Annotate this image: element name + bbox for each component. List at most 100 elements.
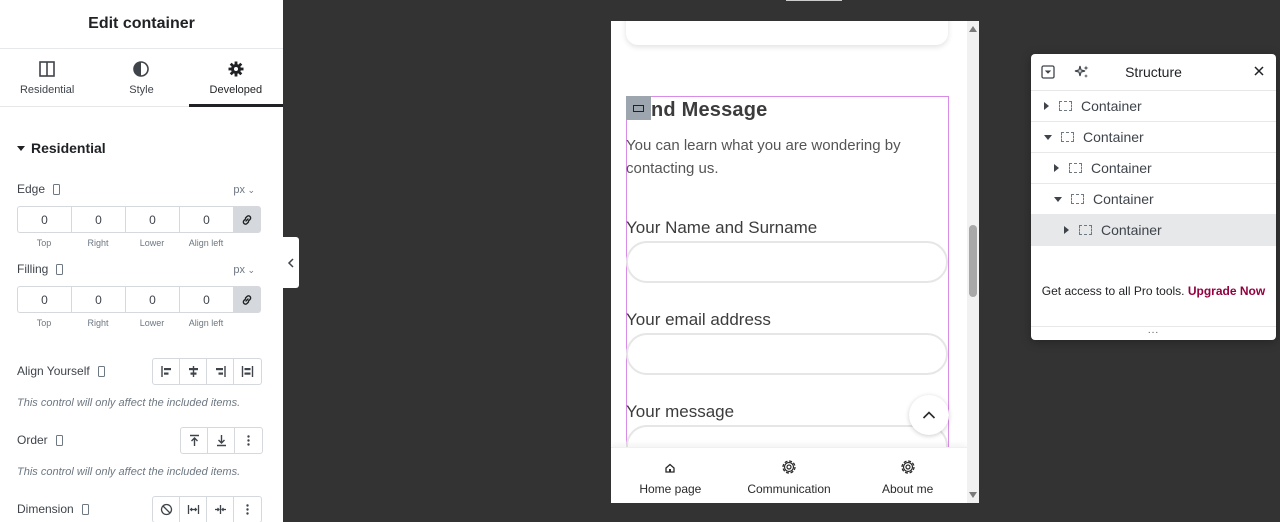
contact-description: You can learn what you are wondering by … — [626, 137, 901, 177]
tab-residential[interactable]: Residential — [0, 49, 94, 106]
mobile-device-icon[interactable] — [56, 263, 64, 275]
order-label-row: Order — [17, 433, 63, 447]
nav-home[interactable]: Home page — [611, 448, 730, 503]
dimension-more-button[interactable] — [234, 497, 261, 522]
structure-resize-handle[interactable]: ... — [1031, 326, 1276, 340]
tab-style[interactable]: Style — [94, 49, 188, 106]
structure-row[interactable]: Container — [1031, 153, 1276, 184]
tab-label: Style — [129, 83, 154, 96]
align-stretch-icon — [241, 366, 254, 377]
structure-header: Structure — [1031, 54, 1276, 91]
caret-down-icon[interactable] — [1044, 134, 1052, 140]
link-icon — [242, 214, 252, 225]
half-circle-icon — [133, 60, 150, 77]
mobile-device-icon[interactable] — [81, 503, 89, 515]
layout-icon — [39, 60, 55, 77]
filling-left-input[interactable] — [179, 286, 233, 313]
align-self-buttons — [152, 358, 262, 385]
container-handle[interactable] — [626, 96, 651, 120]
tab-label: Developed — [209, 83, 263, 96]
page-preview: nd Message You can learn what you are wo… — [611, 21, 979, 503]
panel-tabs: Residential Style Developed — [0, 49, 283, 107]
nav-about[interactable]: About me — [848, 448, 967, 503]
collapse-panel-button[interactable] — [283, 237, 299, 288]
structure-row-label: Container — [1101, 222, 1162, 238]
structure-row[interactable]: Container — [1031, 91, 1276, 122]
close-icon[interactable] — [1252, 64, 1266, 78]
align-end-icon — [215, 366, 226, 377]
name-field-label: Your Name and Surname — [626, 218, 818, 237]
block-icon — [160, 503, 172, 516]
upgrade-now-link[interactable]: Upgrade Now — [1188, 284, 1265, 298]
gear-icon — [228, 61, 244, 76]
align-start-button[interactable] — [153, 359, 180, 384]
preview-scrollbar[interactable] — [967, 21, 979, 503]
compress-horizontal-icon — [214, 505, 226, 514]
scrollbar-thumb[interactable] — [969, 225, 977, 297]
chevron-left-icon — [287, 257, 294, 268]
align-center-icon — [188, 366, 198, 377]
align-self-label: Align Yourself — [17, 364, 90, 378]
editor-panel: Edit container Residential Style Develop… — [0, 0, 283, 522]
order-more-button[interactable] — [235, 428, 262, 453]
side-label-right: Right — [87, 238, 109, 248]
structure-row[interactable]: Container — [1031, 184, 1276, 215]
mobile-device-icon[interactable] — [55, 434, 63, 446]
ai-sparkle-icon[interactable] — [1074, 64, 1090, 80]
caret-right-icon[interactable] — [1064, 226, 1069, 234]
canvas-top-indicator — [786, 0, 842, 1]
tab-developed[interactable]: Developed — [188, 49, 283, 107]
section-residential-toggle[interactable]: Residential — [17, 140, 106, 156]
filling-right-input[interactable] — [71, 286, 125, 313]
nav-communication[interactable]: Communication — [730, 448, 849, 503]
arrow-to-top-icon — [189, 434, 199, 446]
caret-right-icon[interactable] — [1054, 164, 1059, 172]
mobile-bottom-nav: Home page Communication About me — [611, 447, 967, 503]
edge-label-row: Edge — [17, 182, 61, 196]
structure-row-label: Container — [1081, 98, 1142, 114]
caret-right-icon[interactable] — [1044, 102, 1049, 110]
align-self-label-row: Align Yourself — [17, 364, 105, 378]
align-end-button[interactable] — [207, 359, 234, 384]
name-field[interactable] — [626, 241, 948, 283]
gear-icon — [901, 460, 915, 474]
edge-bottom-input[interactable] — [125, 206, 179, 233]
edge-link-button[interactable] — [233, 206, 261, 233]
order-start-button[interactable] — [181, 428, 208, 453]
nav-label: About me — [881, 482, 934, 496]
dimension-label: Dimension — [17, 502, 74, 516]
align-center-button[interactable] — [180, 359, 207, 384]
filling-bottom-input[interactable] — [125, 286, 179, 313]
edge-right-input[interactable] — [71, 206, 125, 233]
dimension-grow-button[interactable] — [180, 497, 207, 522]
dimension-shrink-button[interactable] — [207, 497, 234, 522]
scroll-up-arrow[interactable] — [969, 26, 977, 32]
edge-left-input[interactable] — [179, 206, 233, 233]
mobile-device-icon[interactable] — [97, 365, 105, 377]
dimension-none-button[interactable] — [153, 497, 180, 522]
link-icon — [242, 294, 252, 305]
caret-down-icon[interactable] — [1054, 196, 1062, 202]
contact-heading: nd Message — [651, 99, 768, 121]
filling-link-button[interactable] — [233, 286, 261, 313]
edge-unit-select[interactable]: px — [233, 184, 255, 196]
filling-unit-select[interactable]: px — [233, 264, 255, 276]
container-icon — [1079, 225, 1092, 235]
order-hint: This control will only affect the includ… — [17, 466, 241, 478]
dropdown-box-icon[interactable] — [1041, 65, 1055, 79]
order-end-button[interactable] — [208, 428, 235, 453]
align-stretch-button[interactable] — [234, 359, 261, 384]
scroll-down-arrow[interactable] — [969, 492, 977, 498]
edge-top-input[interactable] — [17, 206, 71, 233]
filling-label-row: Filling — [17, 262, 64, 276]
mobile-device-icon[interactable] — [53, 183, 61, 195]
structure-row[interactable]: Container — [1031, 122, 1276, 153]
order-label: Order — [17, 433, 48, 447]
structure-row-label: Container — [1083, 129, 1144, 145]
side-label-right: Right — [87, 318, 109, 328]
structure-row-selected[interactable]: Container — [1031, 215, 1276, 246]
filling-top-input[interactable] — [17, 286, 71, 313]
container-icon — [1069, 163, 1082, 173]
scroll-to-top-button[interactable] — [909, 395, 949, 435]
email-field[interactable] — [626, 333, 948, 375]
